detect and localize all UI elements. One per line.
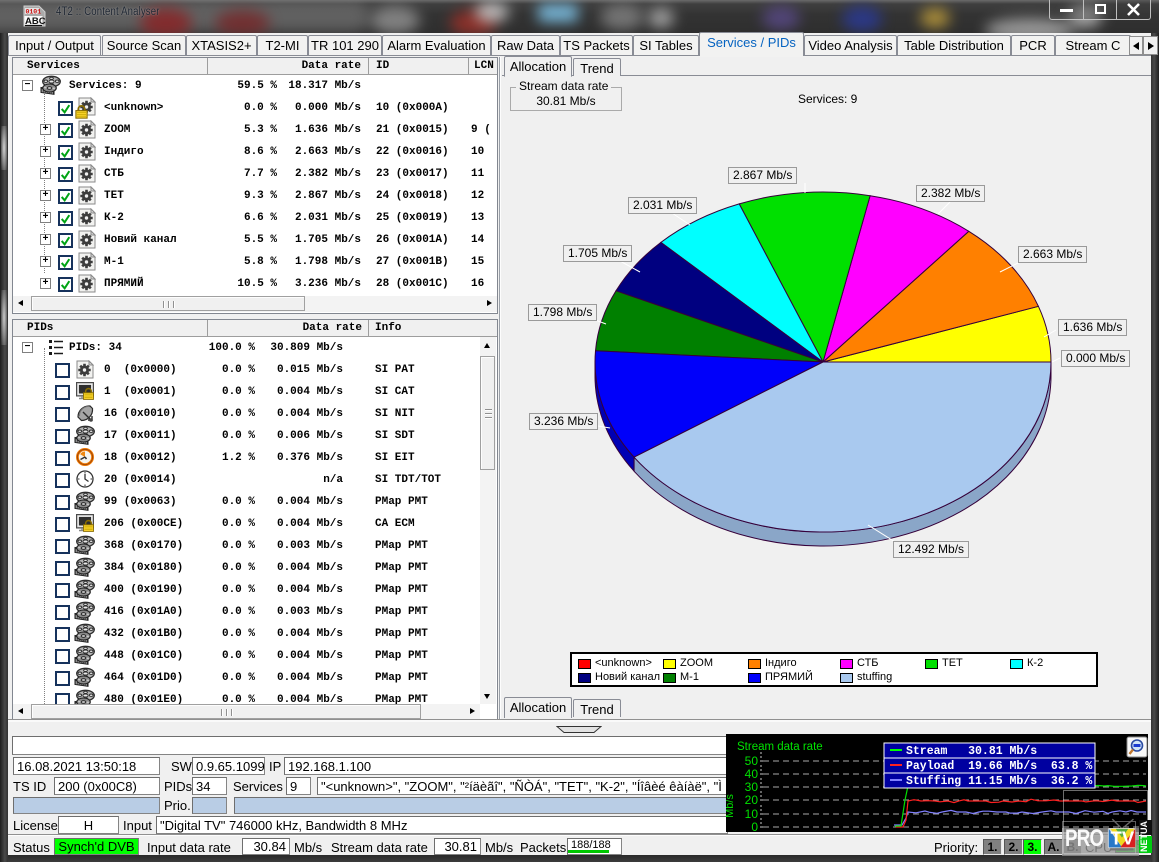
svg-text:20: 20 xyxy=(745,793,759,807)
svg-text:Stuffing 11.15 Mb/s 36.2 %: Stuffing 11.15 Mb/s 36.2 % xyxy=(906,775,1092,788)
svg-text:Stream data rate: Stream data rate xyxy=(737,741,823,753)
svg-text:0101: 0101 xyxy=(26,9,42,16)
svg-text:Mb/s: Mb/s xyxy=(726,794,736,818)
svg-text:0: 0 xyxy=(751,820,758,832)
svg-text:Stream 30.81 Mb/s: Stream 30.81 Mb/s xyxy=(906,745,1037,758)
svg-text:30: 30 xyxy=(745,780,759,794)
svg-text:TV: TV xyxy=(1111,828,1135,849)
svg-text:10: 10 xyxy=(745,807,759,821)
svg-text:Payload 19.66 Mb/s 63.8 %: Payload 19.66 Mb/s 63.8 % xyxy=(906,760,1092,773)
svg-text:40: 40 xyxy=(745,767,759,781)
svg-text:50: 50 xyxy=(745,754,759,768)
